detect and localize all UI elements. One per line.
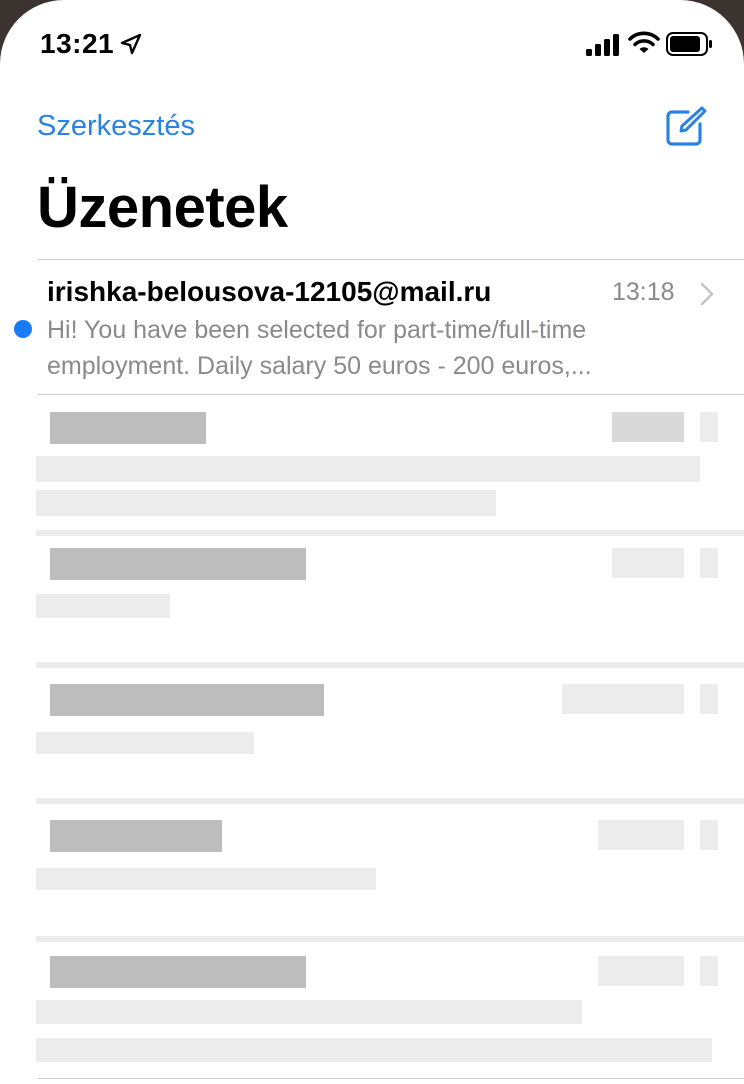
redacted-chevron — [700, 956, 718, 986]
redacted-time — [612, 412, 684, 442]
redacted-divider — [36, 936, 744, 942]
messages-screen: 13:21 Szerkesztés Üzenetek irishka-belou… — [0, 0, 744, 1084]
redacted-chevron — [700, 684, 718, 714]
wifi-icon — [628, 31, 660, 53]
redacted-sender — [50, 412, 206, 444]
header-divider — [38, 259, 744, 260]
page-title: Üzenetek — [37, 175, 288, 240]
compose-icon[interactable] — [664, 104, 708, 148]
redacted-sender — [50, 684, 324, 716]
redacted-preview — [36, 1038, 712, 1062]
redacted-chevron — [700, 820, 718, 850]
message-divider — [38, 394, 744, 395]
redacted-time — [562, 684, 684, 714]
redacted-divider — [36, 662, 744, 668]
redacted-time — [612, 548, 684, 578]
redacted-divider — [36, 798, 744, 804]
redacted-preview — [36, 868, 376, 890]
redacted-chevron — [700, 412, 718, 442]
message-preview: Hi! You have been selected for part-time… — [47, 316, 592, 380]
status-bar: 13:21 — [0, 0, 744, 90]
message-row[interactable]: irishka-belousova-12105@mail.ru 13:18 Hi… — [0, 262, 744, 394]
battery-icon — [666, 32, 712, 56]
redacted-preview — [36, 490, 496, 516]
redacted-time — [598, 820, 684, 850]
redacted-preview — [36, 594, 170, 618]
cellular-signal-icon — [586, 34, 619, 56]
redacted-time — [598, 956, 684, 986]
redacted-preview — [36, 456, 700, 482]
redacted-preview — [36, 732, 254, 754]
redacted-sender — [50, 956, 306, 988]
message-divider — [38, 1078, 744, 1079]
redacted-divider — [36, 530, 744, 536]
chevron-right-icon — [700, 282, 714, 306]
status-time: 13:21 — [40, 28, 115, 59]
redacted-chevron — [700, 548, 718, 578]
redacted-sender — [50, 820, 222, 852]
message-sender: irishka-belousova-12105@mail.ru — [47, 276, 492, 307]
redacted-preview — [36, 1000, 582, 1024]
message-time: 13:18 — [612, 278, 675, 306]
location-arrow-icon — [120, 33, 142, 55]
edit-button[interactable]: Szerkesztés — [37, 110, 195, 143]
redacted-sender — [50, 548, 306, 580]
unread-indicator — [14, 320, 32, 338]
